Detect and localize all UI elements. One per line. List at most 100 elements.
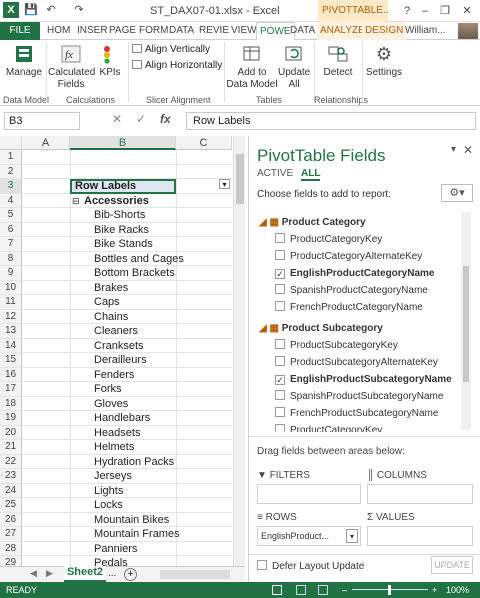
table-row[interactable]: 28 Panniers [0, 541, 232, 557]
table-row[interactable]: 11 Caps [0, 295, 232, 310]
field-item[interactable]: SpanishProductSubcategoryName [275, 388, 443, 405]
cancel-icon[interactable]: ✕ [112, 112, 122, 126]
cell-b[interactable]: Hydration Packs [94, 455, 174, 470]
table-row[interactable]: 12 Chains [0, 309, 232, 325]
cell-b[interactable]: Locks [94, 498, 123, 513]
row-header[interactable]: 17 [0, 382, 22, 397]
row-header[interactable]: 20 [0, 425, 22, 440]
field-item[interactable]: ProductCategoryKey [275, 422, 382, 432]
table-row[interactable]: 4 ⊟ Accessories [0, 193, 232, 209]
table-row[interactable]: 10 Brakes [0, 280, 232, 295]
table-row[interactable]: 22 Hydration Packs [0, 454, 232, 470]
row-header[interactable]: 2 [0, 164, 22, 179]
cell-b[interactable]: Fenders [94, 368, 134, 383]
tab-review[interactable]: REVIE [196, 22, 232, 40]
defer-layout-checkbox[interactable]: Defer Layout Update [257, 560, 364, 572]
sheet-tab-sheet2[interactable]: Sheet2 [64, 566, 106, 582]
select-all-corner[interactable] [0, 136, 22, 150]
table-row[interactable]: 6 Bike Racks [0, 222, 232, 238]
cell-b[interactable]: Chains [94, 310, 128, 325]
row-header[interactable]: 4 [0, 193, 22, 208]
row-header[interactable]: 6 [0, 222, 22, 237]
horizontal-scrollbar[interactable] [160, 570, 230, 579]
more-sheets[interactable]: ... [108, 568, 116, 579]
table-row[interactable]: 16 Fenders [0, 367, 232, 383]
calculated-fields-button[interactable]: fx Calculated Fields [48, 44, 95, 91]
detect-button[interactable]: Detect [318, 44, 358, 79]
table-row[interactable]: 13 Cleaners [0, 324, 232, 339]
cell-b[interactable]: Mountain Frames [94, 527, 180, 542]
cell-b[interactable]: Helmets [94, 440, 134, 455]
tab-design[interactable]: DESIGN [362, 22, 407, 40]
table-row[interactable]: 7 Bike Stands [0, 237, 232, 252]
worksheet-grid[interactable]: A B C 1 2 3 ▾ Row Labels 4 ⊟ Accessories 5 Bib-Sh… [0, 136, 232, 566]
cell-b[interactable]: Panniers [94, 542, 137, 557]
sheet-nav-left-icon[interactable]: ◀ [30, 568, 37, 579]
normal-view-icon[interactable] [272, 585, 282, 595]
row-header[interactable]: 18 [0, 396, 22, 411]
table-node[interactable]: ◢ ▦ Product Subcategory [259, 320, 383, 337]
column-header-b[interactable]: B [70, 136, 176, 150]
collapse-icon[interactable]: ⊟ [72, 194, 80, 209]
cell-b[interactable]: Bottom Brackets [94, 266, 175, 281]
column-header-c[interactable]: C [176, 136, 232, 150]
align-horizontally-button[interactable]: Align Horizontally [132, 60, 222, 71]
cell-b[interactable]: Jerseys [94, 469, 132, 484]
table-row[interactable]: 15 Derailleurs [0, 353, 232, 368]
tab-view[interactable]: VIEW [228, 22, 260, 40]
table-row[interactable]: 9 Bottom Brackets [0, 266, 232, 281]
checkbox-icon[interactable] [275, 339, 285, 349]
cell-b[interactable]: Gloves [94, 397, 128, 412]
row-header[interactable]: 24 [0, 483, 22, 498]
avatar[interactable] [458, 23, 478, 39]
tab-data-2[interactable]: DATA [287, 22, 318, 40]
help-button[interactable]: ? [398, 3, 416, 19]
table-row[interactable]: 5 Bib-Shorts [0, 208, 232, 223]
row-header[interactable]: 8 [0, 251, 22, 266]
table-row[interactable]: 1 [0, 150, 232, 165]
table-node[interactable]: ◢ ▦ Product Category [259, 214, 366, 231]
checkbox-icon[interactable] [275, 284, 285, 294]
row-header[interactable]: 23 [0, 469, 22, 484]
cell-b[interactable]: Pedals [94, 556, 128, 566]
field-item[interactable]: ✓ EnglishProductCategoryName [275, 265, 434, 282]
table-row[interactable]: 14 Cranksets [0, 338, 232, 353]
zoom-in-button[interactable]: + [432, 582, 437, 598]
formula-input[interactable]: Row Labels [186, 112, 476, 130]
table-row[interactable]: 27 Mountain Frames [0, 527, 232, 542]
row-header[interactable]: 22 [0, 454, 22, 469]
row-header[interactable]: 26 [0, 512, 22, 527]
settings-button[interactable]: ⚙ Settings [364, 44, 404, 79]
tab-active[interactable]: ACTIVE [257, 168, 293, 179]
cell-b[interactable]: Bike Racks [94, 223, 149, 238]
close-button[interactable]: ✕ [458, 3, 476, 19]
cell-b[interactable]: Mountain Bikes [94, 513, 169, 528]
row-header[interactable]: 15 [0, 353, 22, 368]
cell-b[interactable]: Cleaners [94, 324, 138, 339]
checkbox-icon[interactable] [275, 407, 285, 417]
row-header[interactable]: 1 [0, 150, 22, 165]
table-row[interactable]: 20 Headsets [0, 425, 232, 440]
cell-b[interactable]: Bib-Shorts [94, 208, 145, 223]
checkbox-icon[interactable] [275, 250, 285, 260]
tab-all[interactable]: ALL [301, 168, 321, 181]
row-header[interactable]: 28 [0, 541, 22, 556]
page-layout-view-icon[interactable] [296, 585, 306, 595]
cell-b3-row-labels[interactable]: Row Labels [70, 179, 176, 194]
redo-icon[interactable]: ↷ [72, 3, 86, 17]
filter-dropdown-icon[interactable]: ▾ [219, 179, 230, 189]
row-header[interactable]: 14 [0, 338, 22, 353]
scroll-thumb[interactable] [463, 266, 469, 382]
field-item[interactable]: FrenchProductCategoryName [275, 299, 423, 316]
table-row[interactable]: 3 ▾ Row Labels [0, 179, 232, 194]
table-row[interactable]: 26 Mountain Bikes [0, 512, 232, 528]
vertical-scrollbar[interactable] [233, 136, 245, 566]
user-name[interactable]: William... [405, 22, 446, 40]
scroll-thumb[interactable] [236, 154, 244, 204]
field-item[interactable]: SpanishProductCategoryName [275, 282, 428, 299]
cell-b[interactable]: Forks [94, 382, 122, 397]
row-header[interactable]: 29 [0, 556, 22, 566]
table-row[interactable]: 8 Bottles and Cages [0, 251, 232, 266]
field-item[interactable]: ProductCategoryAlternateKey [275, 248, 422, 265]
row-header[interactable]: 5 [0, 208, 22, 223]
